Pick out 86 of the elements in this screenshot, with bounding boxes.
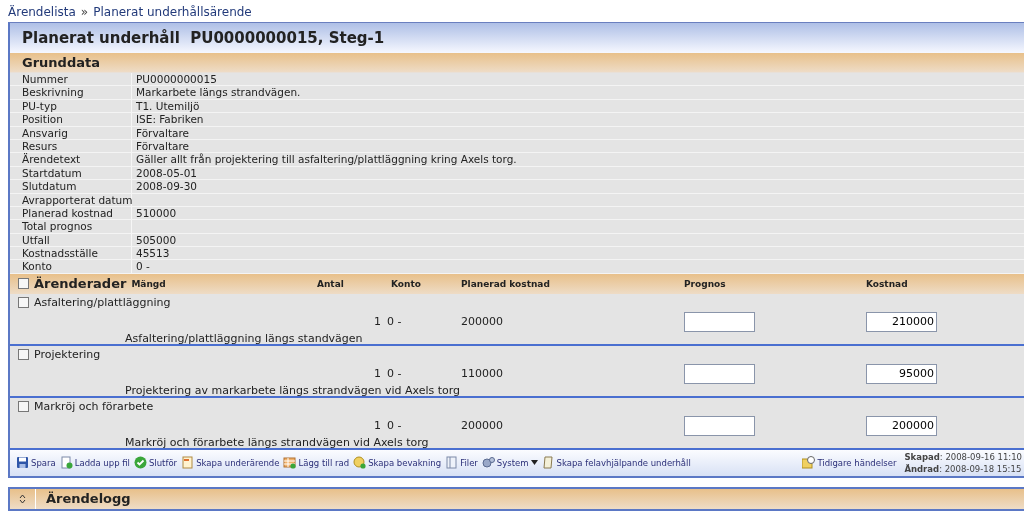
checkbox[interactable]	[18, 400, 29, 412]
column-header: Planerad kostnad	[461, 278, 551, 289]
field-label: Utfall	[10, 233, 132, 247]
toolbar-button[interactable]: Slutför	[133, 456, 178, 470]
table-cell-text: 0 -	[386, 367, 403, 381]
toolbar-button[interactable]: Spara	[16, 456, 56, 470]
document-plus-icon	[59, 456, 73, 470]
table-plus-icon	[283, 456, 297, 470]
field-label: Total prognos	[10, 220, 132, 233]
row-description: Markröj och förarbete längs strandvägen vid Axels torg	[124, 435, 430, 449]
field-value: 505000	[135, 233, 178, 247]
section-title: Ärendelogg	[45, 491, 131, 507]
checkbox[interactable]	[18, 348, 29, 360]
input-field[interactable]: 95000	[866, 363, 937, 384]
field-value: Markarbete längs strandvägen.	[135, 86, 302, 99]
row-title: Markröj och förarbete	[34, 399, 154, 413]
document-icon	[181, 456, 195, 470]
checkbox[interactable]	[18, 278, 29, 290]
toolbar-button[interactable]: Skapa felavhjälpande underhåll	[541, 456, 691, 470]
input-field[interactable]: 210000	[866, 311, 937, 332]
field-value: T1. Utemiljö	[135, 99, 201, 113]
badge-plus-icon	[353, 456, 367, 470]
field-value: 2008-05-01	[135, 166, 199, 180]
table-cell-text: 110000	[461, 367, 504, 381]
toolbar-button[interactable]: Filer	[445, 456, 478, 470]
column-header: Kostnad	[866, 278, 909, 289]
field-label: Startdatum	[10, 166, 132, 180]
table-cell-text: 0 -	[386, 419, 403, 433]
toolbar-button[interactable]: Lägg till rad	[283, 456, 350, 470]
row-description: Asfaltering/plattläggning längs standvägen	[124, 331, 364, 345]
field-label: Position	[10, 113, 132, 126]
column-header: Prognos	[684, 278, 727, 289]
breadcrumb-link[interactable]: Ärendelista	[8, 5, 76, 19]
table-cell-text: 0 -	[386, 315, 403, 329]
toolbar-button[interactable]: System	[481, 456, 538, 470]
toolbar-button[interactable]: Skapa bevakning	[353, 456, 442, 470]
clock-icon	[802, 456, 816, 470]
table-cell-text: 1	[373, 315, 381, 329]
toolbar-button[interactable]: Ladda upp fil	[59, 456, 130, 470]
field-value: 2008-09-30	[135, 180, 199, 193]
field-label: Planerad kostnad	[10, 206, 132, 220]
expand-icon	[19, 493, 26, 504]
changed-timestamp: Ändrad: 2008-09-18 15:15	[904, 462, 1022, 475]
field-value: ISE: Fabriken	[135, 113, 205, 126]
input-field[interactable]	[684, 363, 755, 384]
input-field[interactable]	[684, 311, 755, 332]
column-header: Antal	[317, 278, 345, 289]
toolbar-button[interactable]: Tidigare händelser	[794, 456, 897, 470]
section-title: Grunddata	[22, 55, 100, 70]
field-value: 0 -	[135, 260, 151, 273]
table-cell-text: 1	[373, 419, 381, 433]
field-label: Ärendetext	[10, 153, 132, 166]
field-label: Beskrivning	[10, 86, 132, 99]
row-title: Projektering	[34, 347, 101, 361]
input-field[interactable]	[684, 415, 755, 436]
field-label: Avrapporterat datum	[10, 193, 132, 206]
table-cell-text: 200000	[461, 315, 504, 329]
field-value: Förvaltare	[135, 139, 190, 153]
breadcrumb-link[interactable]: Planerat underhållsärende	[93, 5, 252, 19]
field-label: Kostnadsställe	[10, 247, 132, 260]
field-label: Slutdatum	[10, 180, 132, 193]
field-label: PU-typ	[10, 99, 132, 113]
field-label: Ansvarig	[10, 126, 132, 139]
table-cell-text: 200000	[461, 419, 504, 433]
field-value: PU0000000015	[135, 73, 218, 86]
gears-icon	[481, 456, 495, 470]
toolbar-button[interactable]: Skapa underärende	[181, 456, 280, 470]
row-description: Projektering av markarbete längs strandvägen vid Axels torg	[124, 383, 462, 397]
column-header: Konto	[390, 278, 422, 289]
page-title: Planerat underhåll PU0000000015, Steg-1	[10, 23, 1024, 53]
field-value: Gäller allt från projektering till asfaltering/plattläggning kring Axels torg.	[135, 153, 518, 166]
input-field[interactable]: 200000	[866, 415, 937, 436]
column-header: Mängd	[131, 278, 166, 289]
row-title: Asfaltering/plattläggning	[34, 295, 171, 309]
field-value: Förvaltare	[135, 126, 191, 139]
field-label: Nummer	[10, 73, 132, 86]
field-value: 45513	[135, 247, 171, 260]
breadcrumb-separator: »	[80, 5, 89, 19]
checkbox[interactable]	[18, 296, 29, 308]
field-value: 510000	[135, 206, 178, 220]
field-label: Resurs	[10, 139, 132, 153]
check-circle-icon	[133, 456, 147, 470]
field-label: Konto	[10, 260, 132, 273]
table-cell-text: 1	[373, 367, 381, 381]
created-timestamp: Skapad: 2008-09-16 11:10	[904, 450, 1022, 463]
section-title: Ärenderader	[34, 276, 127, 292]
